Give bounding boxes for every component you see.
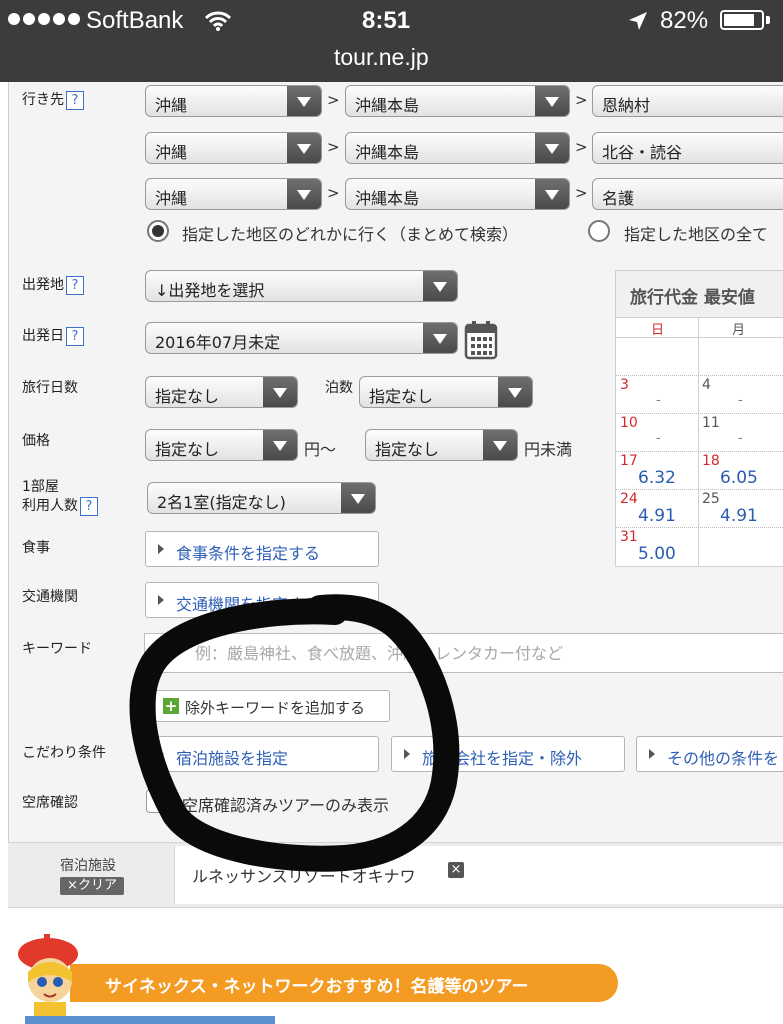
promo-thumbnail[interactable] [25, 1016, 275, 1024]
mascot-icon [18, 934, 78, 1024]
hand-drawn-circle-annotation [129, 594, 460, 872]
promo-banner[interactable]: サイネックス・ネットワークおすすめ！名護等のツアー [70, 964, 618, 1002]
promo-text: サイネックス・ネットワークおすすめ！名護等のツアー [105, 977, 529, 997]
